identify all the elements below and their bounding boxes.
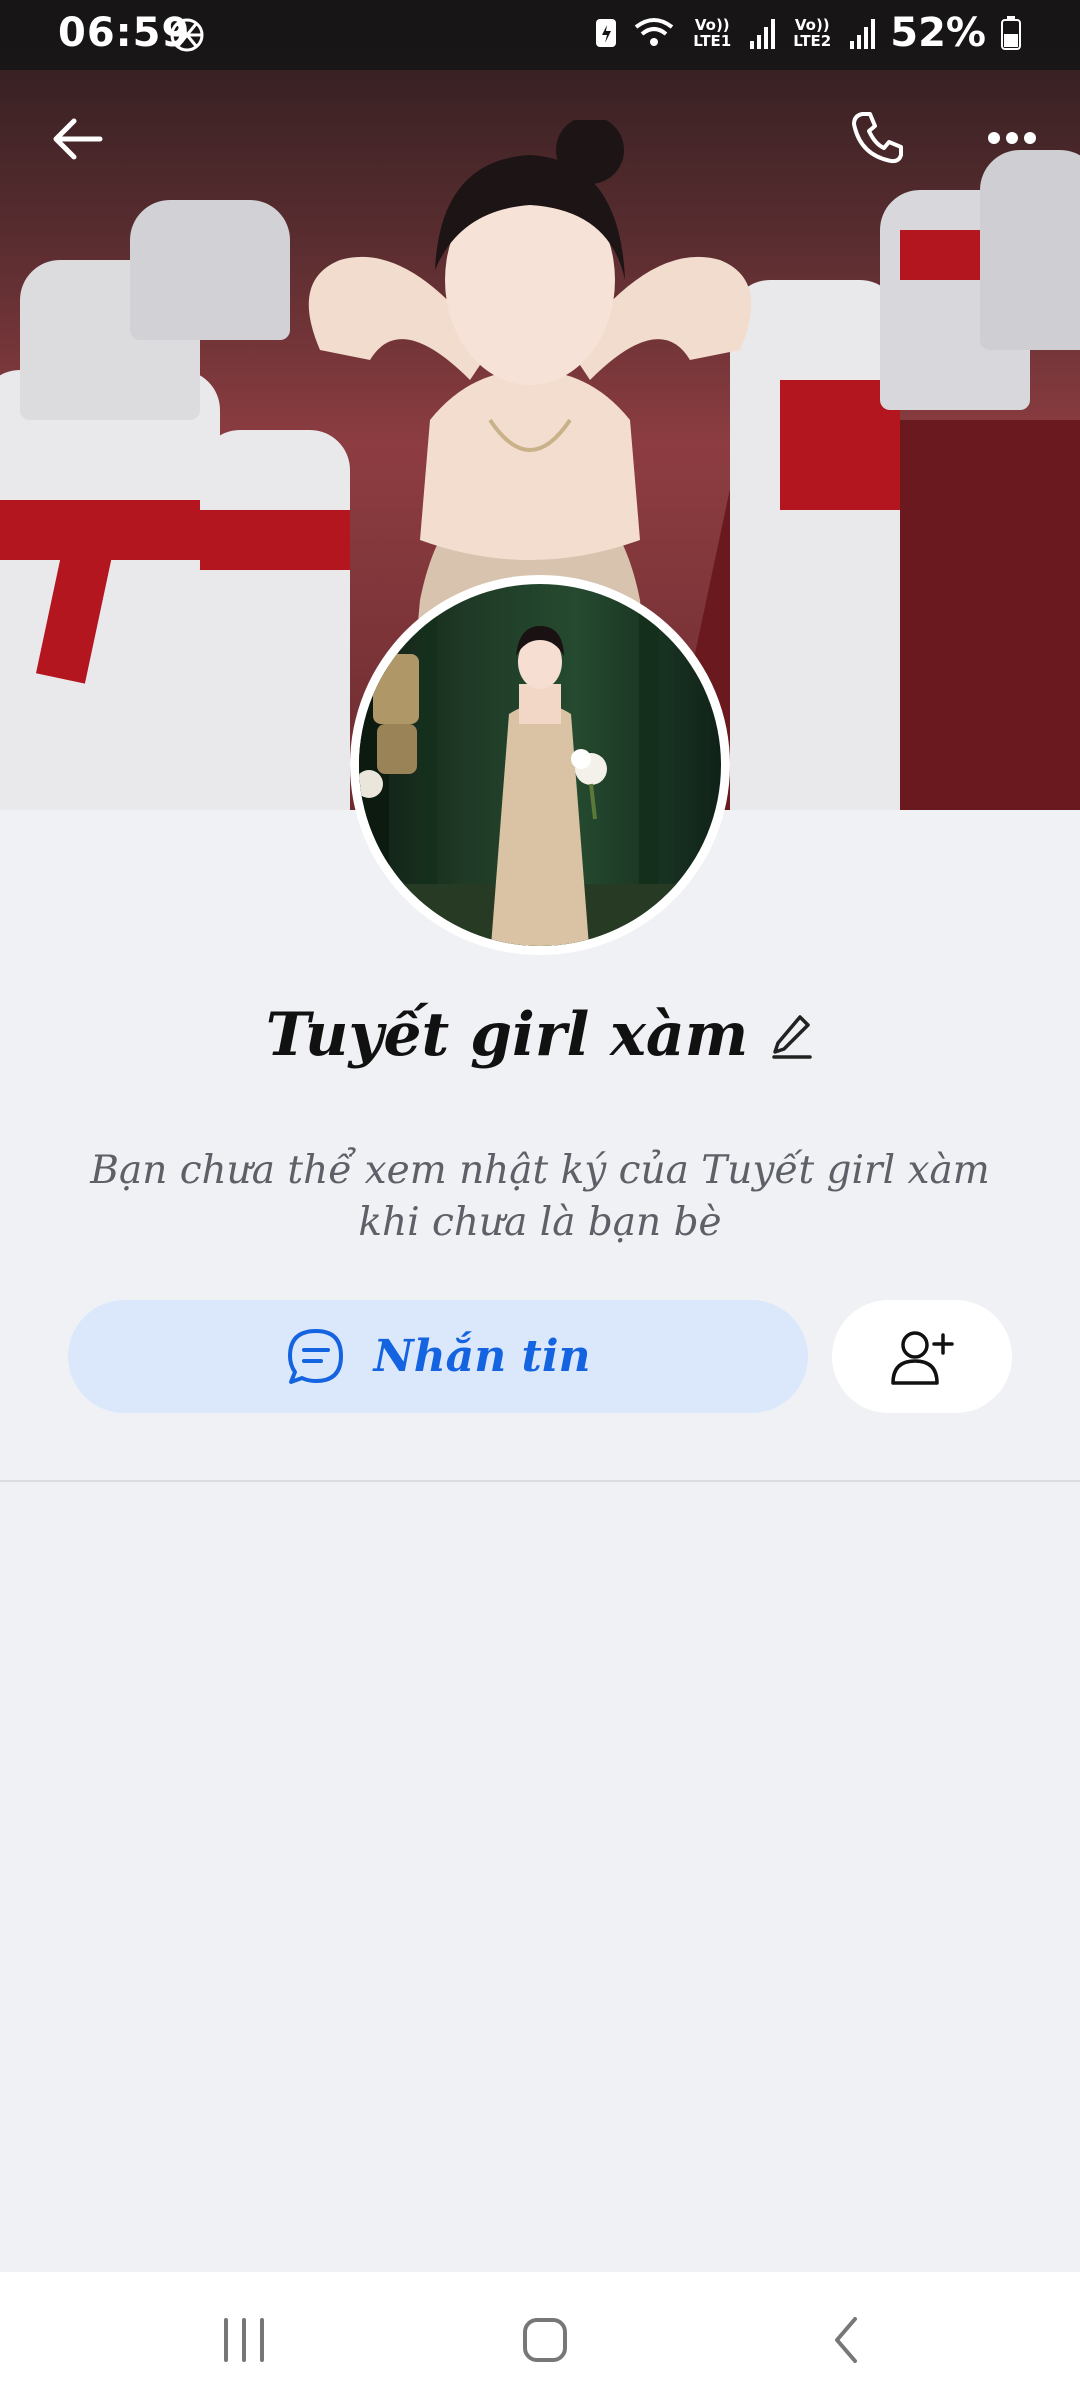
avatar-photo <box>359 584 721 946</box>
back-arrow-icon[interactable] <box>50 114 106 164</box>
message-button-label: Nhắn tin <box>373 1331 591 1382</box>
cover-chair <box>980 150 1080 350</box>
signal-1-icon <box>750 19 776 49</box>
battery-percent: 52% <box>890 10 986 56</box>
avatar-frame[interactable] <box>350 575 730 955</box>
signal-2-icon <box>850 19 876 49</box>
nav-back-button[interactable] <box>786 2292 906 2388</box>
aperture-icon <box>170 18 204 52</box>
system-nav-bar <box>0 2272 1080 2408</box>
chat-bubble-icon <box>288 1328 344 1384</box>
battery-saver-icon <box>596 19 617 47</box>
pencil-icon[interactable] <box>770 1011 814 1059</box>
back-icon <box>835 2317 857 2363</box>
network-2-label: Vo)) LTE2 <box>793 16 832 50</box>
wifi-icon <box>635 18 674 46</box>
phone-call-icon[interactable] <box>848 108 906 166</box>
privacy-notice: Bạn chưa thể xem nhật ký của Tuyết girl … <box>90 1148 990 1245</box>
profile-name: Tuyết girl xàm <box>265 1000 749 1070</box>
status-bar: 06:59 Vo)) LTE1 Vo)) LTE2 52% <box>0 0 1080 70</box>
message-button[interactable]: Nhắn tin <box>68 1300 808 1413</box>
section-divider <box>0 1480 1080 1482</box>
more-options-icon[interactable] <box>986 126 1038 150</box>
add-friend-icon <box>891 1330 954 1385</box>
home-icon <box>523 2318 567 2362</box>
battery-icon <box>1001 16 1021 50</box>
network-1-label: Vo)) LTE1 <box>693 16 732 50</box>
recents-icon <box>224 2318 264 2362</box>
home-button[interactable] <box>485 2292 605 2388</box>
recents-button[interactable] <box>184 2292 304 2388</box>
add-friend-button[interactable] <box>832 1300 1012 1413</box>
avatar[interactable] <box>359 584 721 946</box>
